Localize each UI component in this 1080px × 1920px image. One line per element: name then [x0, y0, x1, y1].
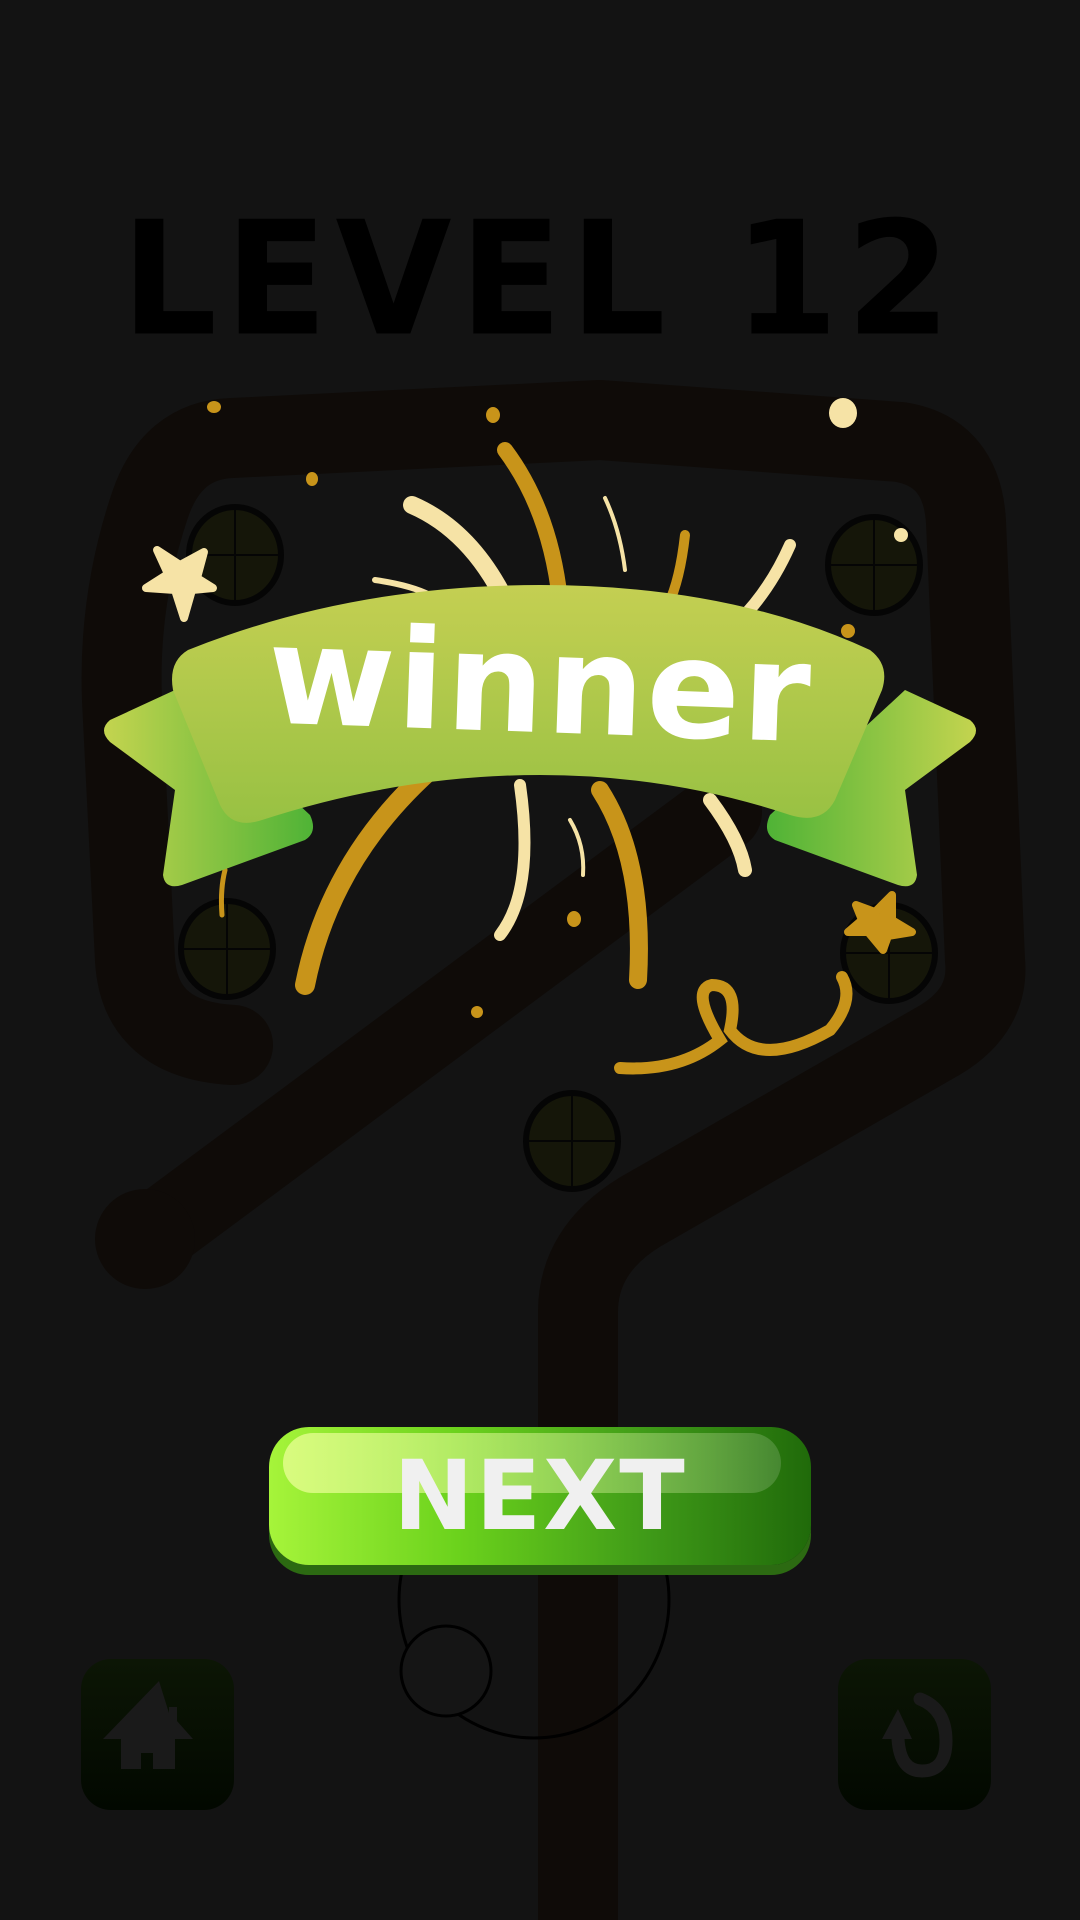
home-icon	[103, 1681, 193, 1769]
level-title: LEVEL 12	[121, 188, 959, 372]
restart-icon	[882, 1692, 953, 1778]
home-button[interactable]	[81, 1659, 234, 1810]
restart-button[interactable]	[838, 1659, 991, 1810]
hole	[523, 1090, 621, 1192]
track-end-node	[95, 1189, 195, 1289]
hole	[178, 898, 276, 1000]
next-button[interactable]: NEXT	[269, 1427, 811, 1565]
next-button-label: NEXT	[393, 1440, 687, 1552]
